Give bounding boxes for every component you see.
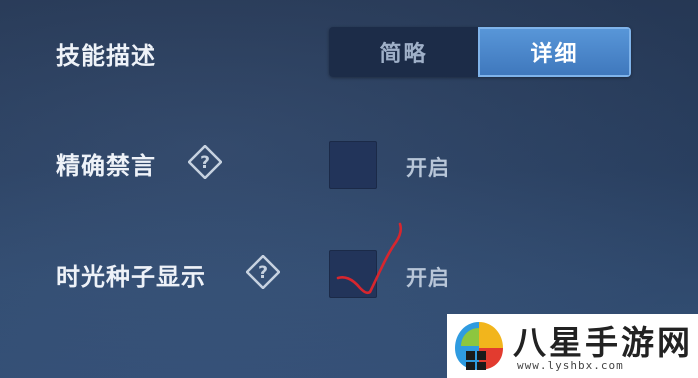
help-diamond-icon[interactable]: ? bbox=[246, 255, 280, 289]
skill-brief-option[interactable]: 简略 bbox=[329, 27, 478, 77]
time-seed-display-checkbox[interactable] bbox=[329, 250, 377, 298]
site-logo-icon bbox=[455, 322, 503, 370]
skill-description-label: 技能描述 bbox=[56, 42, 156, 70]
time-seed-display-label: 时光种子显示 bbox=[56, 263, 206, 291]
accurate-mute-enable-text[interactable]: 开启 bbox=[406, 152, 450, 182]
skill-detailed-option[interactable]: 详细 bbox=[478, 27, 631, 77]
help-diamond-icon[interactable]: ? bbox=[188, 145, 222, 179]
watermark-title: 八星手游网 bbox=[513, 323, 693, 362]
accurate-mute-checkbox[interactable] bbox=[329, 141, 377, 189]
watermark-url: www.lyshbx.com bbox=[517, 359, 624, 372]
svg-text:?: ? bbox=[200, 153, 210, 173]
accurate-mute-label: 精确禁言 bbox=[56, 152, 156, 180]
skill-description-segmented-control: 简略 详细 bbox=[329, 27, 631, 77]
watermark: 八星手游网 www.lyshbx.com bbox=[447, 314, 698, 378]
time-seed-display-enable-text[interactable]: 开启 bbox=[406, 262, 450, 292]
svg-text:?: ? bbox=[258, 263, 268, 283]
